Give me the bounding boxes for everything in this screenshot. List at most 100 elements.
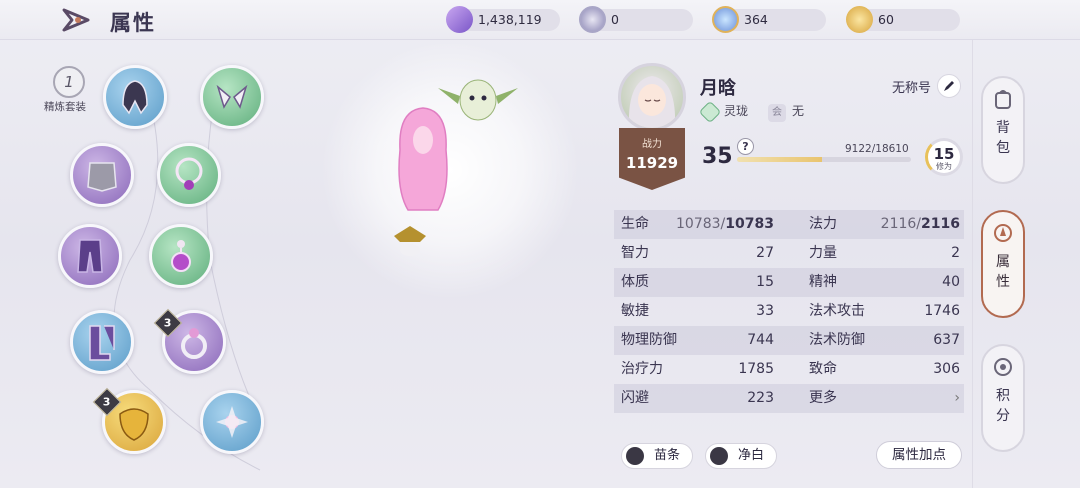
cultivation-badge[interactable]: 15 修为 xyxy=(925,138,963,176)
helmet-slot[interactable] xyxy=(103,65,167,129)
top-bar: 属性 1,438,119 0 364 60 xyxy=(0,0,1080,40)
stat-value: 223 xyxy=(747,390,774,406)
refine-set-button[interactable]: 1 xyxy=(53,66,85,98)
stat-label: 治疗力 xyxy=(621,361,663,377)
stats-row: 闪避 223 更多 › xyxy=(614,384,964,413)
help-icon[interactable]: ? xyxy=(737,138,754,155)
points-icon xyxy=(994,358,1012,376)
helmet-icon xyxy=(122,80,148,115)
gem-currency-value: 1,438,119 xyxy=(478,12,542,27)
pen-icon xyxy=(944,81,954,91)
tab-attributes-label: 属性 xyxy=(996,254,1010,290)
title-label: 无称号 xyxy=(892,81,932,96)
stat-label: 法术攻击 xyxy=(809,303,865,319)
stat-label: 致命 xyxy=(809,361,837,377)
backpack-icon xyxy=(995,90,1011,109)
chevron-right-icon[interactable]: › xyxy=(859,384,960,413)
more-stats-link[interactable]: 更多 xyxy=(809,384,837,413)
power-value: 11929 xyxy=(625,154,679,172)
necklace-slot[interactable] xyxy=(157,143,221,207)
stat-label: 物理防御 xyxy=(621,332,677,348)
gem-currency[interactable]: 1,438,119 xyxy=(446,6,560,33)
attribute-points-button[interactable]: 属性加点 xyxy=(876,441,962,469)
pants-slot[interactable] xyxy=(58,224,122,288)
stat-label: 体质 xyxy=(621,274,649,290)
stat-value: 1746 xyxy=(924,303,960,319)
boots-slot[interactable] xyxy=(70,310,134,374)
tab-points[interactable]: 积分 xyxy=(981,344,1025,452)
refine-set-label: 精炼套装 xyxy=(44,101,86,113)
page-title: 属性 xyxy=(110,11,156,35)
stat-value: 33 xyxy=(756,303,774,319)
exp-text: 9122/18610 xyxy=(845,143,909,155)
crystal-icon xyxy=(712,6,739,33)
body-shape-label: 苗条 xyxy=(654,448,681,463)
stat-label: 精神 xyxy=(809,274,837,290)
badge-icon xyxy=(579,6,606,33)
flower-charm-icon xyxy=(216,406,248,438)
earring-icon xyxy=(171,240,191,272)
exp-bar xyxy=(737,157,911,162)
body-shape-icon xyxy=(626,447,644,465)
attributes-icon xyxy=(994,224,1012,242)
badge-currency-value: 0 xyxy=(611,12,619,27)
stat-value: 1785 xyxy=(738,361,774,377)
stat-value: 744 xyxy=(747,332,774,348)
mp-label: 法力 xyxy=(809,216,837,232)
earring-slot[interactable] xyxy=(149,224,213,288)
stat-label: 法术防御 xyxy=(809,332,865,348)
coin-currency[interactable]: 60 xyxy=(846,6,960,33)
hp-value: 10783/10783 xyxy=(676,216,774,232)
stats-row: 体质 15 精神 40 xyxy=(614,268,964,297)
stat-value: 27 xyxy=(756,245,774,261)
tab-attributes[interactable]: 属性 xyxy=(981,210,1025,318)
guild-tag: 会无 xyxy=(768,102,804,122)
gloves-icon xyxy=(216,84,248,109)
stats-table: 生命 10783/10783 法力 2116/2116 智力 27 力量 2 体… xyxy=(614,210,964,413)
tab-points-label: 积分 xyxy=(996,388,1010,424)
skin-tone-button[interactable]: 净白 xyxy=(705,443,778,469)
charm-slot[interactable] xyxy=(200,390,264,454)
faction-name: 灵珑 xyxy=(724,104,749,118)
gem-icon xyxy=(446,6,473,33)
crystal-currency[interactable]: 364 xyxy=(712,6,826,33)
mount-sprite-icon xyxy=(394,226,426,256)
badge-currency[interactable]: 0 xyxy=(579,6,693,33)
stat-label: 敏捷 xyxy=(621,303,649,319)
stat-value: 306 xyxy=(933,361,960,377)
back-icon[interactable] xyxy=(58,7,92,33)
power-ribbon: 战力 11929 xyxy=(619,128,685,190)
avatar[interactable] xyxy=(618,63,686,131)
stats-row-hp-mp: 生命 10783/10783 法力 2116/2116 xyxy=(614,210,964,239)
mask-icon xyxy=(119,408,149,441)
level-value: 35 xyxy=(702,144,733,169)
skin-tone-icon xyxy=(710,447,728,465)
stat-label: 智力 xyxy=(621,245,649,261)
faction-tag: 灵珑 xyxy=(698,100,749,123)
avatar-face-icon xyxy=(628,76,676,128)
guild-name: 无 xyxy=(792,104,805,118)
boots-icon xyxy=(89,325,115,361)
exp-bar-fill xyxy=(737,157,823,162)
coin-currency-value: 60 xyxy=(878,12,894,27)
faction-icon xyxy=(698,100,722,123)
stat-label: 闪避 xyxy=(621,390,649,406)
character-name: 月晗 xyxy=(700,78,736,99)
pet-sprite-icon xyxy=(438,79,518,121)
crystal-currency-value: 364 xyxy=(744,12,768,27)
refine-number: 1 xyxy=(64,73,74,91)
armor-slot[interactable] xyxy=(70,143,134,207)
skin-tone-label: 净白 xyxy=(738,448,765,463)
cultivation-label: 修为 xyxy=(936,162,952,171)
armor-icon xyxy=(87,162,117,192)
ring-icon xyxy=(181,328,207,359)
stat-label: 力量 xyxy=(809,245,837,261)
hp-label: 生命 xyxy=(621,216,649,232)
gloves-slot[interactable] xyxy=(200,65,264,129)
stat-value: 637 xyxy=(933,332,960,348)
mp-value: 2116/2116 xyxy=(880,216,960,232)
tab-bag[interactable]: 背包 xyxy=(981,76,1025,184)
edit-title-button[interactable] xyxy=(937,74,961,98)
body-shape-button[interactable]: 苗条 xyxy=(621,443,694,469)
stat-value: 2 xyxy=(951,245,960,261)
